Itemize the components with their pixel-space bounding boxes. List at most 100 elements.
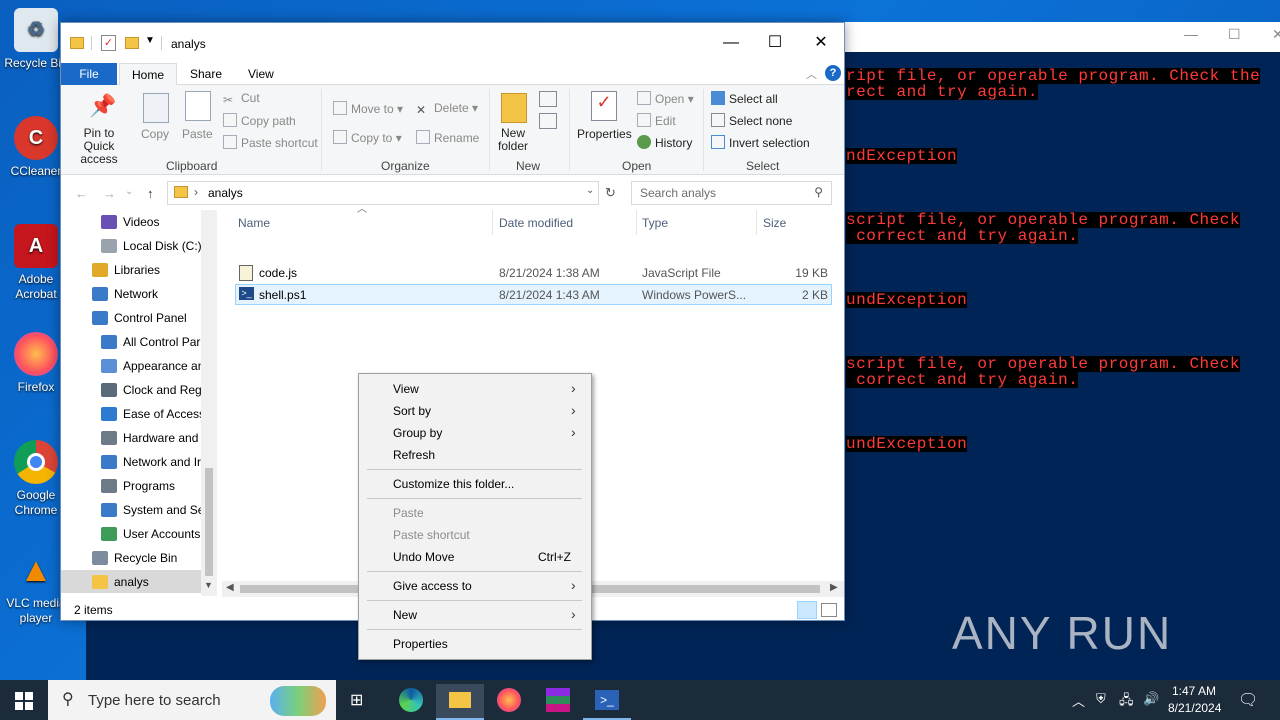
copy-to-button[interactable]: Copy to ▾ [333, 130, 402, 145]
minimize-icon[interactable]: — [1184, 26, 1198, 42]
copy-button[interactable]: Copy [141, 127, 169, 141]
tab-view[interactable]: View [236, 63, 286, 85]
close-button[interactable]: ✕ [798, 31, 844, 55]
column-header-type[interactable]: Type [642, 216, 668, 230]
adobe-acrobat-shortcut[interactable]: A Adobe Acrobat [4, 224, 68, 302]
nav-item[interactable]: Local Disk (C:) [61, 234, 202, 258]
history-button[interactable]: History [637, 135, 692, 150]
menu-item-paste[interactable]: Paste [393, 506, 424, 520]
delete-button[interactable]: ✕ Delete ▾ [416, 101, 478, 117]
rename-button[interactable]: Rename [416, 130, 479, 145]
chevron-up-icon[interactable]: ︿ [1072, 691, 1085, 710]
chevron-down-icon[interactable]: ▼ [145, 35, 155, 46]
google-chrome-shortcut[interactable]: Google Chrome [4, 440, 68, 518]
menu-item-customize[interactable]: Customize this folder... [393, 477, 514, 491]
nav-item[interactable]: Network [61, 282, 201, 306]
details-view-icon[interactable] [797, 601, 817, 619]
new-folder-button[interactable]: New folder [493, 127, 533, 153]
recycle-bin-shortcut[interactable]: ♻ Recycle Bin [4, 8, 68, 71]
scroll-left-icon[interactable]: ◀ [226, 582, 234, 593]
edge-taskbar-button[interactable] [387, 684, 435, 720]
minimize-button[interactable]: — [708, 31, 754, 55]
refresh-icon[interactable]: ↻ [605, 185, 616, 201]
new-item-icon[interactable] [539, 91, 557, 107]
nav-item[interactable]: Hardware and [61, 426, 201, 450]
pin-quick-access-button[interactable]: Pin to Quick access [67, 127, 131, 166]
column-header-name[interactable]: Name [238, 216, 270, 230]
nav-item[interactable]: Network and Ir [61, 450, 201, 474]
menu-item-undo-move[interactable]: Undo Move [393, 550, 454, 564]
menu-item-properties[interactable]: Properties [393, 637, 448, 651]
table-row[interactable]: code.js 8/21/2024 1:38 AM JavaScript Fil… [235, 263, 832, 284]
menu-item-paste-shortcut[interactable]: Paste shortcut [393, 528, 470, 542]
close-icon[interactable]: ✕ [1272, 26, 1280, 43]
nav-item[interactable]: Programs [61, 474, 201, 498]
tab-home[interactable]: Home [119, 63, 178, 85]
copy-path-button[interactable]: Copy path [223, 113, 296, 128]
help-icon[interactable]: ? [825, 65, 841, 81]
move-to-button[interactable]: Move to ▾ [333, 101, 403, 116]
menu-item-view[interactable]: View [393, 382, 419, 396]
address-bar[interactable]: › analys ⌄ [167, 181, 599, 205]
paste-button[interactable]: Paste [182, 127, 213, 141]
recent-locations-icon[interactable]: ⌄ [125, 186, 133, 197]
nav-item[interactable]: Recycle Bin [61, 546, 201, 570]
scroll-down-icon[interactable]: ▼ [204, 580, 213, 590]
nav-item[interactable]: Libraries [61, 258, 201, 282]
nav-item[interactable]: Ease of Access [61, 402, 205, 426]
nav-item[interactable]: All Control Par [61, 330, 201, 354]
open-button[interactable]: Open ▾ [637, 91, 694, 106]
task-view-icon[interactable]: ⊞ [350, 690, 363, 710]
clock-date[interactable]: 8/21/2024 [1168, 701, 1221, 715]
select-all-button[interactable]: Select all [711, 91, 778, 106]
breadcrumb-current[interactable]: analys [208, 186, 243, 200]
new-folder-quick-icon[interactable] [125, 37, 139, 49]
properties-button[interactable]: Properties [577, 127, 632, 141]
nav-item[interactable]: Videos [61, 210, 201, 234]
select-none-button[interactable]: Select none [711, 113, 792, 128]
search-input[interactable]: Search analys ⚲ [631, 181, 832, 205]
back-arrow-icon[interactable]: ← [75, 186, 88, 201]
navigation-scrollbar[interactable]: ▼ [201, 210, 217, 596]
volume-icon[interactable]: 🔊 [1143, 691, 1159, 707]
security-icon[interactable]: ⛨ [1096, 691, 1106, 707]
ccleaner-shortcut[interactable]: C CCleaner [4, 116, 68, 179]
tab-file[interactable]: File [61, 63, 117, 85]
column-header-size[interactable]: Size [763, 216, 786, 230]
cut-button[interactable]: ✂ Cut [223, 91, 260, 107]
invert-selection-button[interactable]: Invert selection [711, 135, 810, 150]
clock-time[interactable]: 1:47 AM [1172, 684, 1216, 698]
up-arrow-icon[interactable]: ↑ [147, 186, 154, 201]
nav-item[interactable]: System and Sec [61, 498, 210, 522]
nav-item[interactable]: User Accounts [61, 522, 201, 546]
notifications-icon[interactable]: 🗨 [1238, 690, 1258, 710]
menu-item-sort-by[interactable]: Sort by [393, 404, 431, 418]
column-header-date[interactable]: Date modified [499, 216, 573, 230]
network-icon[interactable]: 🖧 [1119, 691, 1134, 713]
maximize-button[interactable]: ☐ [752, 31, 798, 55]
paste-shortcut-button[interactable]: Paste shortcut [223, 135, 318, 150]
scroll-right-icon[interactable]: ▶ [830, 582, 838, 593]
table-row-selected[interactable]: >_ shell.ps1 8/21/2024 1:43 AM Windows P… [235, 284, 832, 305]
forward-arrow-icon[interactable]: → [103, 186, 116, 201]
vlc-shortcut[interactable]: ▲ VLC media player [4, 548, 68, 626]
explorer-taskbar-button[interactable] [436, 684, 484, 720]
nav-item[interactable]: Control Panel [61, 306, 201, 330]
menu-item-group-by[interactable]: Group by [393, 426, 442, 440]
nav-item[interactable]: Clock and Regi [61, 378, 204, 402]
nav-item[interactable]: Appearance an [61, 354, 204, 378]
properties-quick-icon[interactable]: ✓ [101, 35, 116, 51]
scrollbar-thumb[interactable] [205, 468, 213, 576]
easy-access-icon[interactable] [539, 113, 557, 129]
large-icons-view-icon[interactable] [821, 603, 837, 617]
powershell-taskbar-button[interactable]: >_ [583, 684, 631, 720]
address-dropdown-icon[interactable]: ⌄ [586, 185, 594, 196]
winrar-taskbar-button[interactable] [534, 684, 582, 720]
menu-item-refresh[interactable]: Refresh [393, 448, 435, 462]
menu-item-give-access[interactable]: Give access to [393, 579, 472, 593]
firefox-shortcut[interactable]: Firefox [4, 332, 68, 395]
tab-share[interactable]: Share [178, 63, 234, 85]
nav-item[interactable]: analys [61, 570, 201, 593]
start-button[interactable] [15, 692, 33, 710]
maximize-icon[interactable]: ☐ [1228, 26, 1241, 43]
